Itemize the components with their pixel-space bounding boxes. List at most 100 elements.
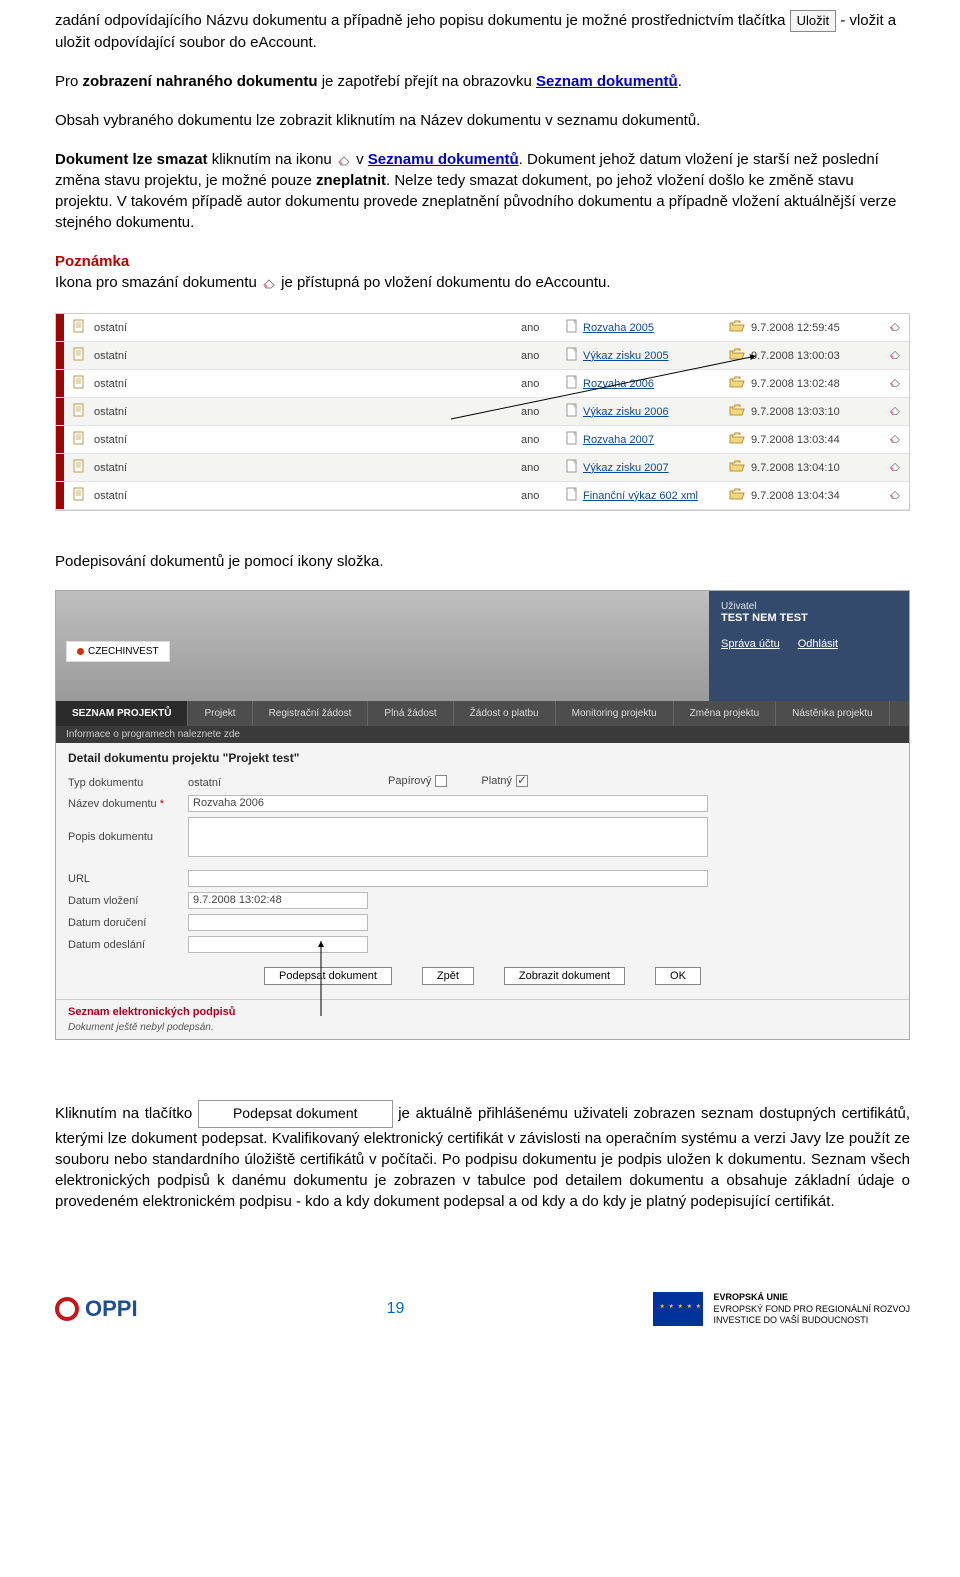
app-nav: SEZNAM PROJEKTŮProjektRegistrační žádost… <box>56 701 909 726</box>
user-label: Uživatel <box>721 601 897 612</box>
eraser-icon[interactable] <box>881 348 909 363</box>
nav-tab[interactable]: Monitoring projektu <box>556 701 674 726</box>
eraser-icon[interactable] <box>881 460 909 475</box>
cell-type: ostatní <box>94 350 184 362</box>
cell-type: ostatní <box>94 490 184 502</box>
platny-wrap: Platný <box>481 775 528 787</box>
doc-name-link[interactable]: Výkaz zisku 2007 <box>583 462 669 474</box>
folder-open-icon[interactable] <box>723 432 751 447</box>
doc-icon <box>64 347 94 364</box>
doc-icon <box>64 375 94 392</box>
doc-icon <box>64 487 94 504</box>
zpet-button[interactable]: Zpět <box>422 967 474 985</box>
page-icon <box>561 431 583 448</box>
nav-tab[interactable]: Žádost o platbu <box>454 701 556 726</box>
eu-line2: EVROPSKÝ FOND PRO REGIONÁLNÍ ROZVOJ <box>713 1304 910 1316</box>
user-name: TEST NEM TEST <box>721 612 897 624</box>
oppi-logo: OPPI <box>55 1296 138 1322</box>
papirovy-checkbox[interactable] <box>435 775 447 787</box>
table-row: ostatníanoVýkaz zisku 20069.7.2008 13:03… <box>56 398 909 426</box>
eraser-icon[interactable] <box>881 404 909 419</box>
row-marker <box>56 370 64 397</box>
page-icon <box>561 459 583 476</box>
text-bold: zneplatnit <box>316 172 386 189</box>
doc-name-link[interactable]: Rozvaha 2007 <box>583 434 654 446</box>
nav-tab[interactable]: Projekt <box>188 701 252 726</box>
podepsat-button[interactable]: Podepsat dokument <box>264 967 392 985</box>
papirovy-wrap: Papírový <box>388 775 447 787</box>
cell-type: ostatní <box>94 434 184 446</box>
eraser-icon[interactable] <box>881 432 909 447</box>
doc-name-link[interactable]: Výkaz zisku 2005 <box>583 350 669 362</box>
table-row: ostatníanoRozvaha 20059.7.2008 12:59:45 <box>56 314 909 342</box>
page-icon <box>561 347 583 364</box>
logout-link[interactable]: Odhlásit <box>798 638 838 650</box>
nav-tab[interactable]: Změna projektu <box>674 701 776 726</box>
cell-type: ostatní <box>94 378 184 390</box>
folder-open-icon[interactable] <box>723 320 751 335</box>
signatures-section: Seznam elektronických podpisů Dokument j… <box>56 999 909 1039</box>
folder-open-icon[interactable] <box>723 460 751 475</box>
doc-name-link[interactable]: Výkaz zisku 2006 <box>583 406 669 418</box>
ok-button[interactable]: OK <box>655 967 701 985</box>
eraser-icon <box>336 154 352 166</box>
doc-name-link[interactable]: Rozvaha 2006 <box>583 378 654 390</box>
eraser-icon[interactable] <box>881 320 909 335</box>
label-typ: Typ dokumentu <box>68 777 188 789</box>
page-icon <box>561 403 583 420</box>
papirovy-label: Papírový <box>388 775 431 787</box>
documents-table-screenshot: ostatníanoRozvaha 20059.7.2008 12:59:45o… <box>55 313 910 511</box>
folder-open-icon[interactable] <box>723 404 751 419</box>
eraser-icon[interactable] <box>881 376 909 391</box>
cell-date: 9.7.2008 13:02:48 <box>751 378 881 390</box>
eraser-icon[interactable] <box>881 488 909 503</box>
eu-text: EVROPSKÁ UNIE EVROPSKÝ FOND PRO REGIONÁL… <box>713 1292 910 1327</box>
row-marker <box>56 342 64 369</box>
text: Pro <box>55 73 83 90</box>
account-link[interactable]: Správa účtu <box>721 638 780 650</box>
nav-tab[interactable]: SEZNAM PROJEKTŮ <box>56 701 188 726</box>
intro-p3: Obsah vybraného dokumentu lze zobrazit k… <box>55 110 910 131</box>
text: . <box>678 73 682 90</box>
cell-ano: ano <box>521 462 561 474</box>
seznam-dokumentu-link[interactable]: Seznamu dokumentů <box>368 151 519 168</box>
input-nazev[interactable]: Rozvaha 2006 <box>188 795 708 812</box>
page-number: 19 <box>387 1300 405 1318</box>
table-row: ostatníanoRozvaha 20069.7.2008 13:02:48 <box>56 370 909 398</box>
cell-ano: ano <box>521 322 561 334</box>
table-row: ostatníanoRozvaha 20079.7.2008 13:03:44 <box>56 426 909 454</box>
eu-line3: INVESTICE DO VAŠÍ BUDOUCNOSTI <box>713 1315 910 1327</box>
nav-tab[interactable]: Plná žádost <box>368 701 453 726</box>
nav-tab[interactable]: Registrační žádost <box>253 701 369 726</box>
cell-ano: ano <box>521 350 561 362</box>
app-subnote: Informace o programech naleznete zde <box>56 726 909 743</box>
eraser-icon <box>261 277 277 289</box>
seznam-dokumentu-link[interactable]: Seznam dokumentů <box>536 73 678 90</box>
label-datum-vlozeni: Datum vložení <box>68 895 188 907</box>
doc-name-link[interactable]: Finanční výkaz 602 xml <box>583 490 698 502</box>
cell-date: 9.7.2008 13:03:44 <box>751 434 881 446</box>
folder-open-icon[interactable] <box>723 376 751 391</box>
eu-block: EVROPSKÁ UNIE EVROPSKÝ FOND PRO REGIONÁL… <box>653 1292 910 1327</box>
doc-icon <box>64 459 94 476</box>
app-body: Detail dokumentu projektu "Projekt test"… <box>56 743 909 999</box>
doc-icon <box>64 403 94 420</box>
doc-name-link[interactable]: Rozvaha 2005 <box>583 322 654 334</box>
doc-icon <box>64 319 94 336</box>
folder-open-icon[interactable] <box>723 348 751 363</box>
cell-type: ostatní <box>94 462 184 474</box>
detail-title: Detail dokumentu projektu "Projekt test" <box>68 751 897 765</box>
platny-checkbox[interactable] <box>516 775 528 787</box>
page-footer: OPPI 19 EVROPSKÁ UNIE EVROPSKÝ FOND PRO … <box>55 1292 910 1327</box>
zobrazit-button[interactable]: Zobrazit dokument <box>504 967 625 985</box>
closing-paragraph: Kliknutím na tlačítko Podepsat dokument … <box>55 1100 910 1212</box>
page-icon <box>561 375 583 392</box>
podepsat-button-image: Podepsat dokument <box>198 1100 393 1128</box>
input-url[interactable] <box>188 870 708 887</box>
nav-tab[interactable]: Nástěnka projektu <box>776 701 890 726</box>
oppi-text: OPPI <box>85 1296 138 1322</box>
folder-open-icon[interactable] <box>723 488 751 503</box>
row-marker <box>56 398 64 425</box>
input-popis[interactable] <box>188 817 708 857</box>
table-row: ostatníanoVýkaz zisku 20059.7.2008 13:00… <box>56 342 909 370</box>
